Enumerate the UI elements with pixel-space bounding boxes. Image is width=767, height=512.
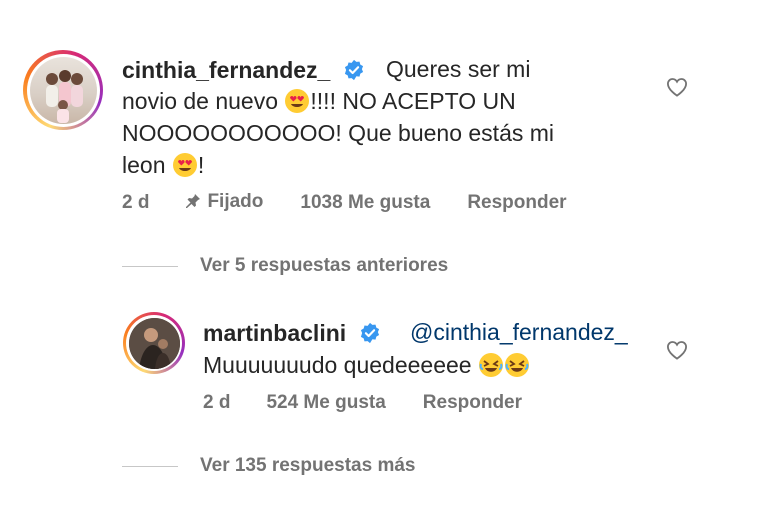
comment-time: 2 d: [203, 392, 231, 413]
reply-username[interactable]: martinbaclini: [203, 320, 381, 350]
reply-text: Muuuuuuudo quedeeeeee: [203, 349, 530, 386]
rolling-laughing-emoji-icon: [478, 352, 504, 386]
likes-count[interactable]: 524 Me gusta: [266, 392, 385, 414]
view-replies-label[interactable]: Ver 135 respuestas más: [200, 455, 416, 477]
avatar-cinthia[interactable]: [23, 50, 103, 130]
heart-outline-icon[interactable]: [666, 340, 688, 360]
reply-meta: 2 d 524 Me gusta Responder: [203, 392, 522, 414]
reply-mention[interactable]: @cinthia_fernandez_: [410, 316, 628, 348]
avatar-martin[interactable]: [123, 312, 185, 374]
reply-button[interactable]: Responder: [423, 392, 522, 414]
pinned-label: Fijado: [185, 191, 263, 215]
pin-icon: [185, 193, 201, 215]
comment-username[interactable]: cinthia_fernandez_: [122, 57, 365, 87]
username-link[interactable]: cinthia_fernandez_: [122, 57, 330, 83]
verified-badge-icon: [343, 59, 365, 87]
view-replies-button[interactable]: Ver 5 respuestas anteriores: [122, 255, 448, 277]
reply-button[interactable]: Responder: [467, 192, 566, 214]
heart-eyes-emoji-icon: [172, 152, 198, 186]
rolling-laughing-emoji-icon: [504, 352, 530, 386]
comment-time: 2 d: [122, 192, 150, 213]
comment-meta: 2 d Fijado 1038 Me gusta Responder: [122, 191, 567, 215]
comment-text-line1: Queres ser mi: [386, 56, 531, 82]
comment-text-line4: leon !: [122, 149, 204, 186]
divider: [122, 465, 178, 467]
verified-badge-icon: [359, 322, 381, 350]
likes-count[interactable]: 1038 Me gusta: [300, 192, 430, 214]
heart-outline-icon[interactable]: [666, 77, 688, 97]
avatar-photo: [128, 317, 180, 369]
divider: [122, 265, 178, 267]
view-more-replies-button[interactable]: Ver 135 respuestas más: [122, 455, 416, 477]
mention-link[interactable]: @cinthia_fernandez_: [410, 319, 628, 345]
avatar-photo: [29, 56, 97, 124]
username-link[interactable]: martinbaclini: [203, 320, 346, 346]
comment-text-line3: NOOOOOOOOOOO! Que bueno estás mi: [122, 120, 555, 146]
view-replies-label[interactable]: Ver 5 respuestas anteriores: [200, 255, 448, 277]
